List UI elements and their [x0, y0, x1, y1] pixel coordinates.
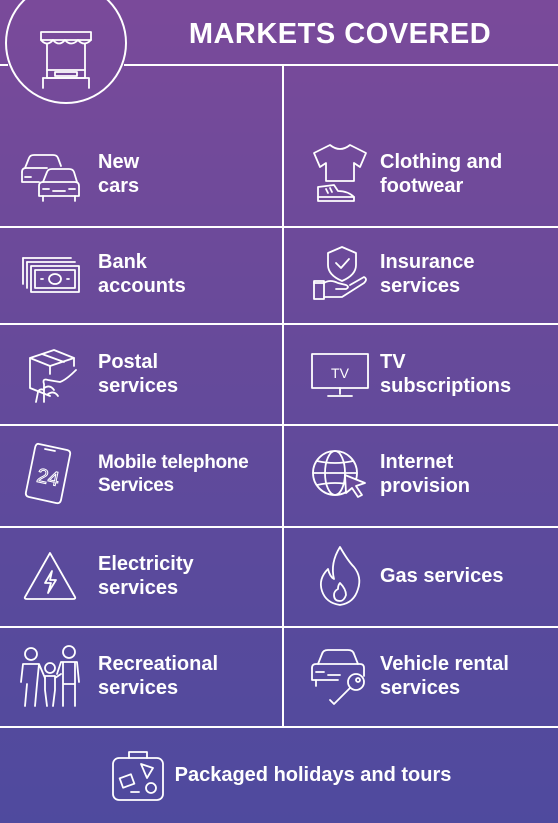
market-stall-icon	[40, 31, 92, 89]
market-label: Gas services	[380, 564, 504, 587]
market-label: Packaged holidays and tours	[174, 764, 452, 786]
market-recreational: Recreational services	[12, 628, 282, 724]
market-label: Insurance services	[380, 250, 475, 297]
market-vehicle-rental: Vehicle rental services	[284, 628, 554, 724]
market-packaged-holidays: Packaged holidays and tours	[0, 728, 558, 823]
market-mobile: 24 Mobile telephone Services	[12, 426, 282, 522]
market-postal: Postal services	[12, 326, 282, 422]
row-divider	[0, 323, 558, 325]
parcel-hand-icon	[29, 349, 77, 403]
page-title: MARKETS COVERED	[188, 18, 492, 50]
market-gas: Gas services	[284, 528, 554, 624]
shield-hand-icon	[313, 246, 367, 300]
family-icon	[20, 645, 80, 707]
tshirt-shoe-icon	[313, 144, 367, 202]
market-new-cars: New cars	[12, 126, 282, 222]
header-badge	[5, 0, 127, 104]
market-insurance: Insurance services	[284, 226, 554, 322]
market-label: New cars	[98, 150, 140, 197]
market-bank-accounts: Bank accounts	[12, 226, 282, 322]
market-label: TV subscriptions	[380, 350, 512, 397]
market-internet: Internet provision	[284, 426, 554, 522]
market-label: Electricity services	[98, 552, 194, 599]
market-label: Clothing and footwear	[380, 150, 503, 197]
globe-cursor-icon	[312, 450, 366, 498]
flame-icon	[319, 546, 361, 606]
market-electricity: Electricity services	[12, 528, 282, 624]
market-label: Vehicle rental services	[380, 652, 509, 699]
market-tv: TV TV subscriptions	[284, 326, 554, 422]
electricity-warning-icon	[23, 552, 77, 600]
market-label: Postal services	[98, 350, 179, 397]
market-clothing-footwear: Clothing and footwear	[284, 126, 554, 222]
car-key-icon	[311, 649, 365, 705]
svg-text:24: 24	[35, 465, 61, 491]
svg-text:TV: TV	[331, 365, 350, 381]
markets-covered-infographic: MARKETS COVERED New cars Clothing and fo…	[0, 0, 558, 823]
mobile-24-icon: 24	[24, 442, 72, 505]
tv-icon: TV	[311, 353, 369, 397]
market-label: Bank accounts	[98, 250, 186, 297]
header-rule-left	[0, 64, 8, 66]
header-rule-right	[124, 64, 558, 66]
banknotes-icon	[22, 257, 80, 293]
market-label: Internet provision	[380, 450, 471, 497]
suitcase-icon	[111, 750, 164, 801]
cars-icon	[21, 154, 80, 202]
market-label: Mobile telephone Services	[98, 451, 249, 496]
market-label: Recreational services	[98, 652, 219, 699]
